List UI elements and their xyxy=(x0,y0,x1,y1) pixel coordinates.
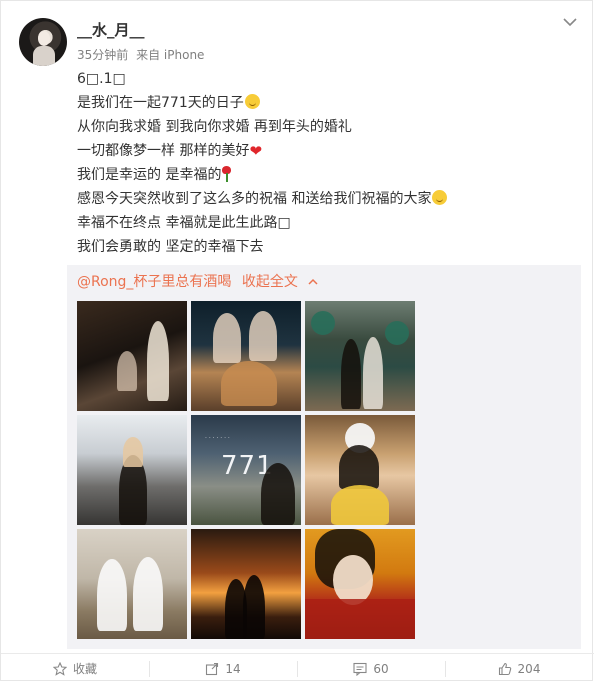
photo-thumbnail[interactable] xyxy=(305,415,415,525)
photo-thumbnail[interactable] xyxy=(77,529,187,639)
photo-figure xyxy=(341,339,361,409)
content-line: 我们会勇敢的 坚定的幸福下去 xyxy=(77,239,264,255)
photo-figure xyxy=(363,337,383,409)
avatar[interactable] xyxy=(19,18,67,66)
photo-figure xyxy=(261,463,295,525)
content-line: 6□.1□ xyxy=(77,71,126,87)
post-meta: 35分钟前 来自 iPhone xyxy=(77,46,208,63)
heart-emoji-icon: ❤ xyxy=(249,142,263,160)
repost-button[interactable]: 14 xyxy=(149,654,297,683)
photo-figure xyxy=(331,485,389,525)
favorite-label: 收藏 xyxy=(72,662,97,676)
collapse-text-link[interactable]: 收起全文 xyxy=(242,274,298,290)
content-line: 从你向我求婚 到我向你求婚 再到年头的婚礼 xyxy=(77,119,352,135)
weibo-post-card: __水_月__ 35分钟前 来自 iPhone 6□.1□ 是我们在一起771天… xyxy=(0,0,594,683)
photo-thumbnail[interactable] xyxy=(305,529,415,639)
photo-figure xyxy=(97,559,127,631)
avatar-body xyxy=(33,46,55,66)
chevron-down-icon[interactable] xyxy=(563,15,577,29)
star-icon xyxy=(52,661,67,676)
photo-thumbnail[interactable] xyxy=(191,529,301,639)
photo-figure xyxy=(305,599,415,639)
photo-thumbnail[interactable] xyxy=(191,301,301,411)
like-count: 204 xyxy=(517,661,541,676)
photo-thumbnail[interactable] xyxy=(305,301,415,411)
repost-count: 14 xyxy=(225,661,241,676)
rose-emoji-icon xyxy=(221,166,232,182)
photo-thumbnail[interactable] xyxy=(77,415,187,525)
photo-figure xyxy=(339,445,379,489)
content-line: 我们是幸运的 是幸福的 xyxy=(77,163,577,187)
content-line: 是我们在一起771天的日子 xyxy=(77,91,577,115)
post-source: 来自 iPhone xyxy=(136,48,205,62)
photo-figure xyxy=(385,321,409,345)
photo-figure xyxy=(133,557,163,631)
repost-mention-link[interactable]: @Rong_杯子里总有酒喝 xyxy=(77,274,231,290)
comment-icon xyxy=(353,662,367,676)
content-line: 幸福不在终点 幸福就是此生此路□ xyxy=(77,215,291,231)
username[interactable]: __水_月__ xyxy=(77,19,145,40)
photo-figure xyxy=(213,313,241,363)
photo-figure xyxy=(311,311,335,335)
photo-thumbnail[interactable] xyxy=(77,301,187,411)
repost-header: @Rong_杯子里总有酒喝 收起全文 xyxy=(77,271,318,291)
smile-emoji-icon xyxy=(432,190,448,205)
content-line: 感恩今天突然收到了这么多的祝福 和送给我们祝福的大家 xyxy=(77,187,577,211)
photo-figure xyxy=(123,437,143,467)
favorite-button[interactable]: 收藏 xyxy=(1,654,149,683)
avatar-face xyxy=(38,31,50,46)
content-line: 一切都像梦一样 那样的美好❤ xyxy=(77,139,577,163)
photo-figure xyxy=(333,555,373,605)
thumbs-up-icon xyxy=(498,662,511,675)
photo-caption: · · · · · · · xyxy=(205,435,230,442)
photo-figure xyxy=(243,575,265,639)
share-icon xyxy=(206,662,219,675)
photo-figure xyxy=(221,361,277,406)
photo-figure xyxy=(249,311,277,361)
smile-emoji-icon xyxy=(244,94,260,109)
comment-count: 60 xyxy=(373,661,389,676)
photo-figure xyxy=(147,321,169,401)
comment-button[interactable]: 60 xyxy=(297,654,445,683)
like-button[interactable]: 204 xyxy=(445,654,593,683)
post-content: 6□.1□ 是我们在一起771天的日子 从你向我求婚 到我向你求婚 再到年头的婚… xyxy=(77,67,577,277)
photo-thumbnail[interactable]: · · · · · · · 771 xyxy=(191,415,301,525)
post-time[interactable]: 35分钟前 xyxy=(77,48,128,62)
action-bar: 收藏 14 60 204 xyxy=(1,653,594,683)
chevron-up-icon[interactable] xyxy=(308,277,318,287)
photo-figure xyxy=(117,351,137,391)
